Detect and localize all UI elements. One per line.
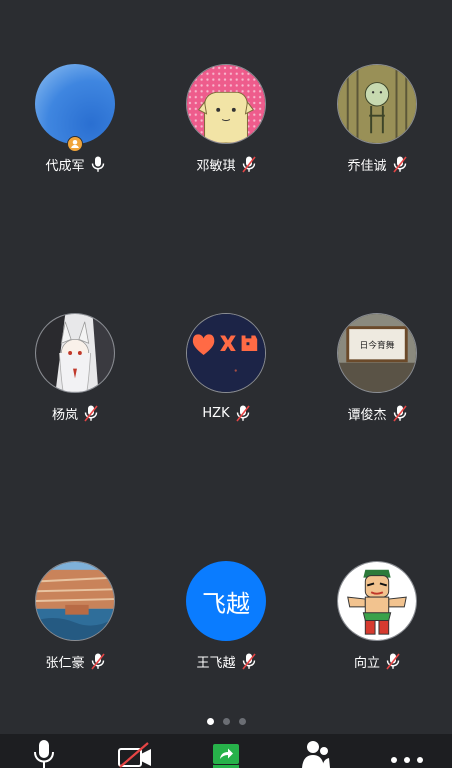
more-button[interactable]	[390, 740, 424, 768]
participant-tile[interactable]: 杨岚	[0, 313, 150, 423]
avatar	[337, 64, 417, 144]
page-dot[interactable]	[222, 717, 230, 725]
avatar	[35, 561, 115, 641]
participant-name: 代成军	[45, 158, 85, 174]
video-off-icon	[118, 742, 151, 768]
avatar-image	[338, 562, 416, 640]
participant-name: 谭俊杰	[347, 407, 387, 423]
page-indicator[interactable]	[0, 716, 452, 726]
more-icon	[391, 757, 423, 763]
microphone-icon	[91, 156, 104, 172]
muted-microphone-icon	[241, 156, 256, 172]
avatar	[35, 313, 115, 393]
participant-name: 王飞越	[196, 655, 236, 671]
muted-microphone-icon	[386, 653, 400, 669]
muted-microphone-icon	[241, 653, 256, 669]
avatar: 日今育舞	[337, 313, 417, 393]
participants-icon	[302, 741, 330, 768]
avatar-image: 日今育舞	[338, 314, 416, 392]
participant-name: 邓敏琪	[196, 158, 236, 174]
avatar	[186, 313, 266, 393]
participant-tile[interactable]: 飞越 王飞越	[151, 561, 301, 671]
participant-tile[interactable]: 张仁豪	[0, 561, 150, 671]
muted-microphone-icon	[235, 405, 250, 421]
participants-button[interactable]	[302, 740, 330, 768]
mute-button[interactable]	[33, 740, 55, 768]
avatar	[186, 64, 266, 144]
page-dot[interactable]	[238, 717, 246, 725]
avatar-image	[187, 65, 265, 143]
muted-microphone-icon	[90, 653, 105, 669]
avatar-sign-text: 日今育舞	[359, 339, 394, 351]
participant-tile[interactable]: 向立	[302, 561, 452, 671]
avatar-image	[36, 562, 114, 640]
avatar-initials: 飞越	[202, 589, 250, 618]
avatar-image	[187, 314, 265, 392]
muted-microphone-icon	[84, 405, 98, 421]
avatar-image	[36, 314, 114, 392]
participant-tile[interactable]: 邓敏琪	[151, 64, 301, 174]
participant-name: 杨岚	[51, 407, 78, 423]
avatar: 飞越	[186, 561, 266, 641]
participant-name: 向立	[353, 655, 380, 671]
muted-microphone-icon	[392, 156, 407, 172]
share-screen-button[interactable]	[212, 740, 240, 768]
participant-tile[interactable]: 日今育舞 谭俊杰	[302, 313, 452, 423]
participant-name: 张仁豪	[45, 655, 85, 671]
avatar-image	[35, 64, 115, 144]
avatar	[337, 561, 417, 641]
video-button[interactable]	[118, 740, 152, 768]
host-badge-icon	[67, 136, 83, 152]
muted-microphone-icon	[392, 405, 407, 421]
participant-tile[interactable]: 代成军	[0, 64, 150, 174]
participant-name: HZK	[202, 405, 230, 421]
share-screen-icon	[213, 744, 239, 768]
participant-tile[interactable]: HZK	[151, 313, 301, 423]
microphone-icon	[34, 740, 54, 768]
avatar-image	[338, 65, 416, 143]
participant-name: 乔佳诚	[347, 158, 387, 174]
page-dot-active[interactable]	[206, 717, 214, 725]
meeting-toolbar	[0, 734, 452, 768]
avatar	[35, 64, 115, 144]
participant-grid: 代成军 邓敏琪 乔佳诚 杨岚 HZK 日今育舞 谭俊杰 张仁豪 飞越 王飞越 向…	[0, 0, 452, 700]
participant-tile[interactable]: 乔佳诚	[302, 64, 452, 174]
